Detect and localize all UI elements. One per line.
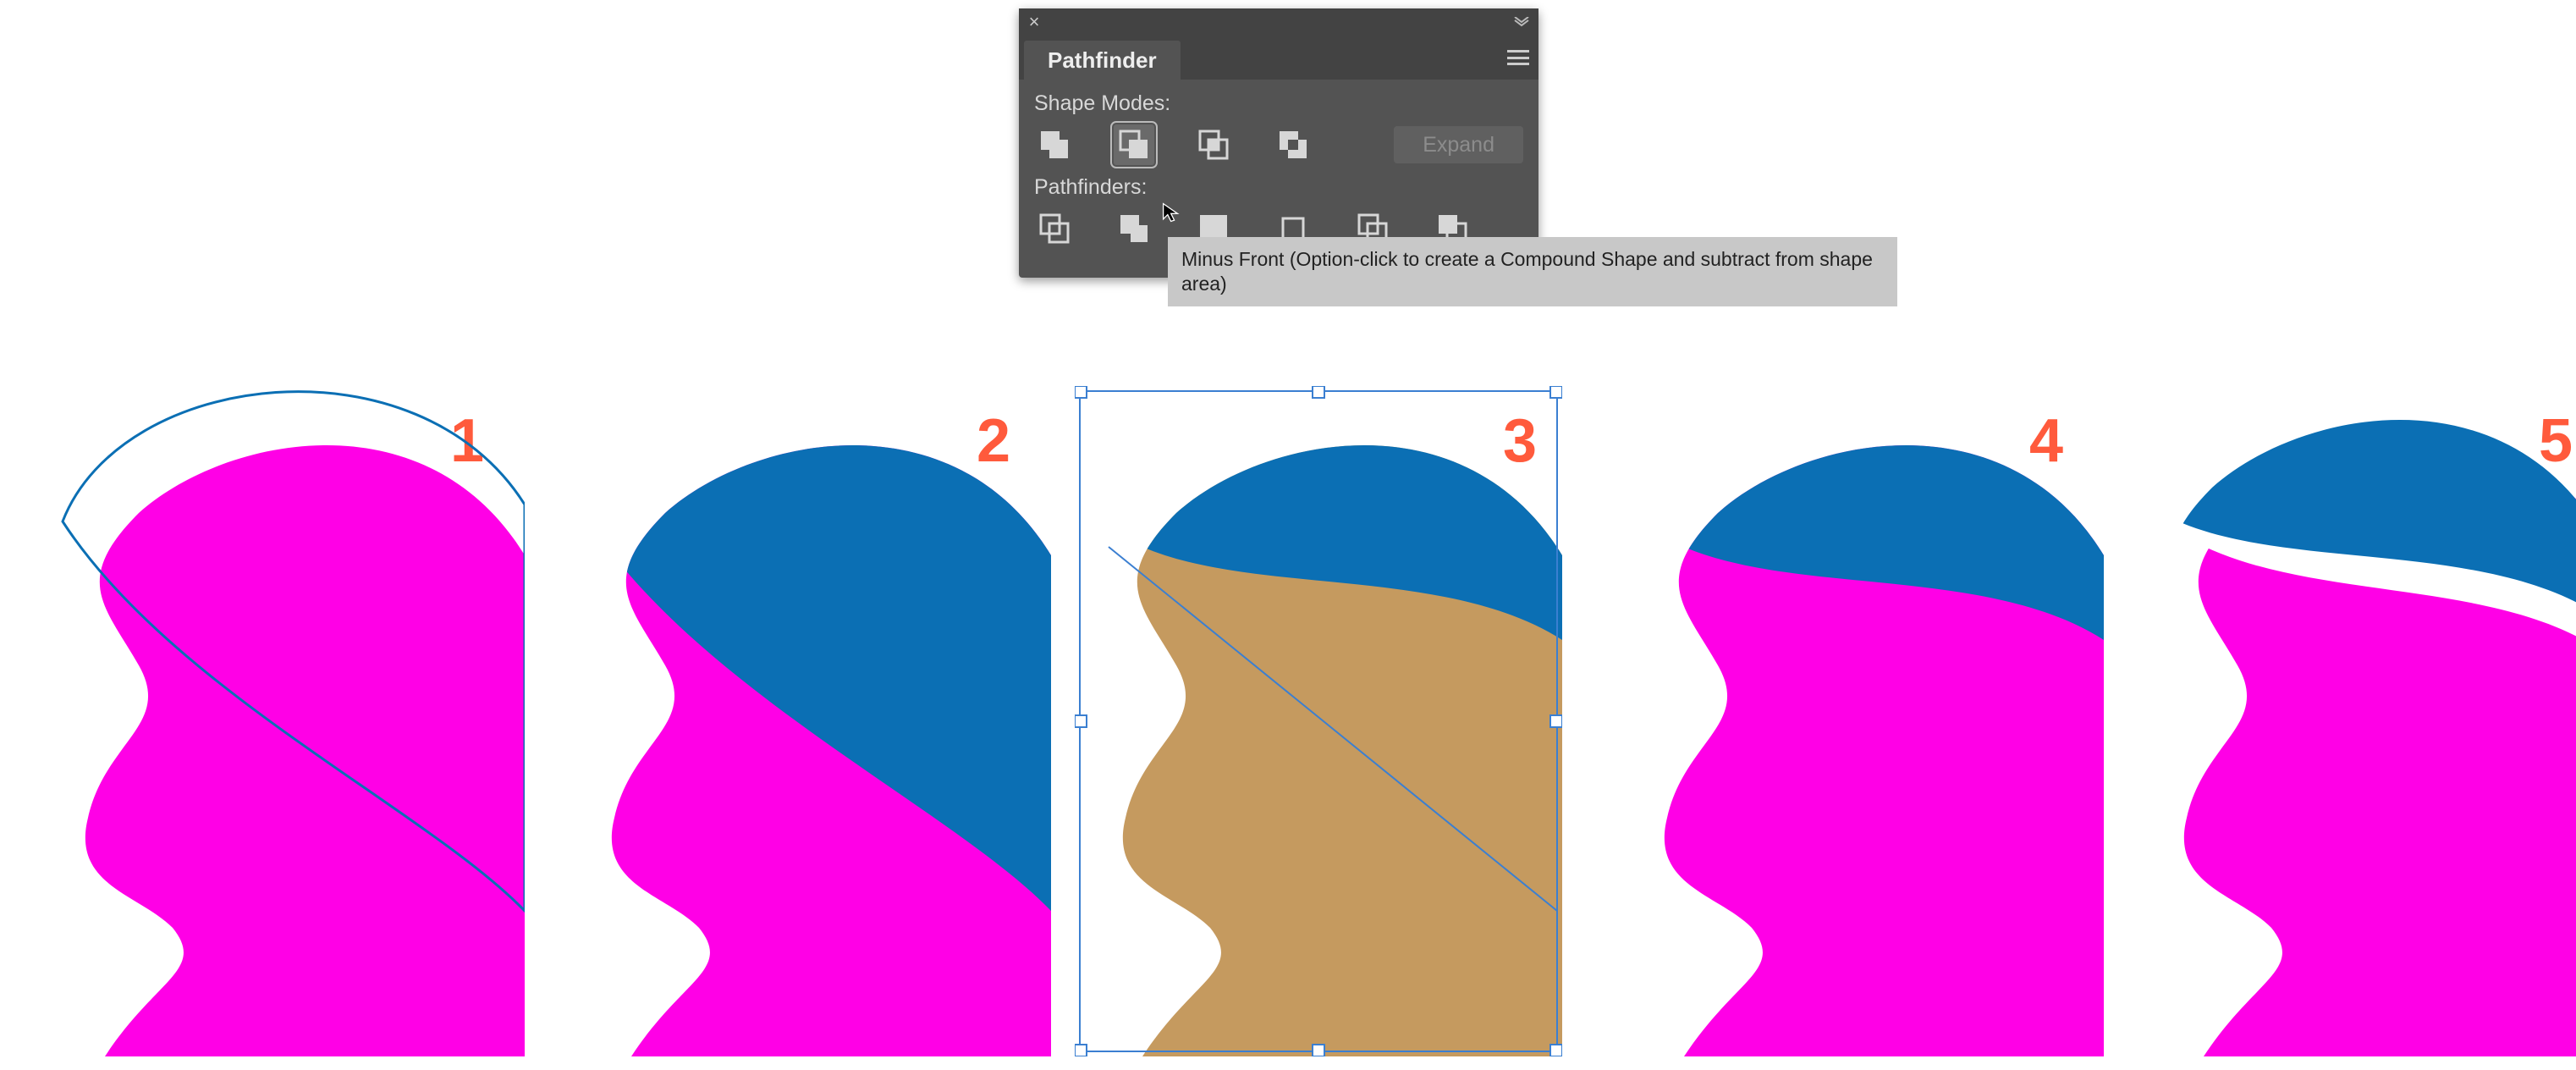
pathfinders-label: Pathfinders: (1034, 175, 1523, 200)
sel-handle-mr[interactable] (1550, 715, 1562, 727)
step-5-canvas (2136, 386, 2576, 1056)
step-3-canvas (1075, 386, 1562, 1056)
exclude-button[interactable] (1273, 124, 1313, 165)
step-2-canvas (564, 386, 1051, 1056)
tooltip-minus-front: Minus Front (Option-click to create a Co… (1168, 237, 1897, 306)
minus-front-button[interactable] (1114, 124, 1154, 165)
menu-icon (1507, 50, 1529, 65)
sel-handle-bm[interactable] (1313, 1045, 1324, 1056)
sel-handle-bl[interactable] (1075, 1045, 1087, 1056)
expand-button: Expand (1394, 126, 1523, 163)
divide-button[interactable] (1034, 208, 1075, 249)
close-icon[interactable]: × (1026, 14, 1043, 30)
step-1-canvas (37, 386, 525, 1056)
tab-pathfinder[interactable]: Pathfinder (1024, 41, 1181, 80)
panel-menu-button[interactable] (1498, 36, 1538, 80)
pink-wing-shape[interactable] (85, 445, 525, 1056)
step-4-canvas (1616, 386, 2104, 1056)
sel-handle-br[interactable] (1550, 1045, 1562, 1056)
sel-handle-tl[interactable] (1075, 386, 1087, 398)
panel-tabs: Pathfinder (1019, 36, 1538, 80)
panel-titlebar[interactable]: × (1019, 8, 1538, 36)
shape-modes-label: Shape Modes: (1034, 91, 1523, 116)
pink-wing-shape[interactable] (2184, 445, 2576, 1056)
trim-button[interactable] (1114, 208, 1154, 249)
collapse-icon[interactable] (1511, 15, 1532, 29)
unite-button[interactable] (1034, 124, 1075, 165)
sel-handle-tr[interactable] (1550, 386, 1562, 398)
pathfinder-panel: × Pathfinder Shape Modes: Expand Pathfin… (1019, 8, 1538, 278)
sel-handle-ml[interactable] (1075, 715, 1087, 727)
sel-handle-tm[interactable] (1313, 386, 1324, 398)
intersect-button[interactable] (1193, 124, 1234, 165)
shape-modes-row: Expand (1034, 124, 1523, 165)
